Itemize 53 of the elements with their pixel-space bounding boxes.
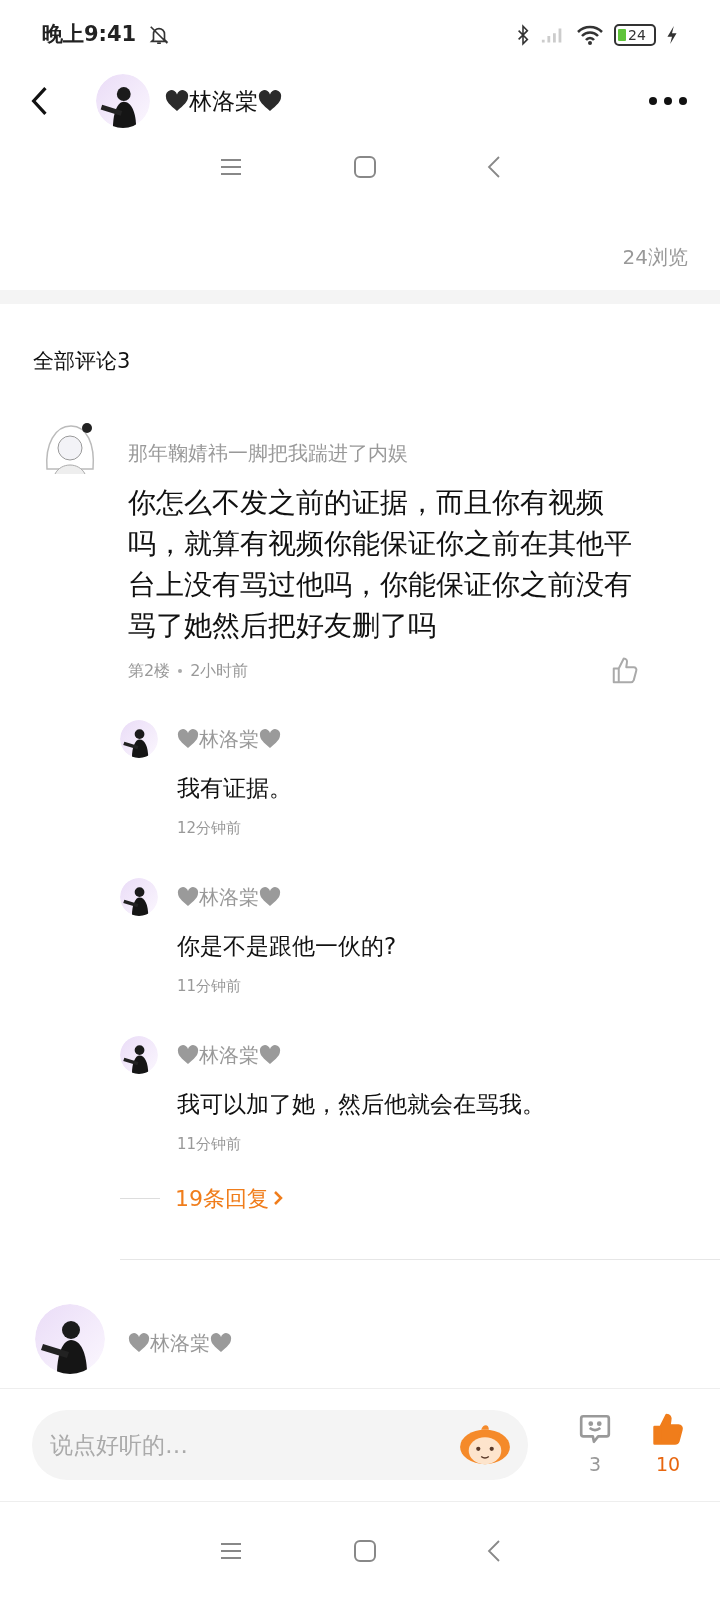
heart-icon xyxy=(177,728,199,749)
author-name[interactable]: 林洛棠 xyxy=(199,881,259,912)
menu-icon[interactable] xyxy=(219,1541,243,1561)
reply-text: 我有证据。 xyxy=(177,774,292,801)
more-replies-link[interactable]: 19条回复 xyxy=(175,1181,283,1215)
heart-icon xyxy=(259,728,281,749)
floor-number: 第2楼 xyxy=(128,659,171,682)
comments-title: 全部评论3 xyxy=(33,349,131,373)
author-name[interactable]: 林洛棠 xyxy=(199,723,259,754)
author-name[interactable]: 林洛棠 xyxy=(189,83,258,119)
heart-icon xyxy=(259,886,281,907)
battery-indicator: 24 xyxy=(614,24,656,46)
status-time: 晚上9:41 xyxy=(42,21,137,49)
home-square-icon[interactable] xyxy=(353,155,377,179)
heart-icon xyxy=(128,1332,150,1353)
more-options-icon[interactable] xyxy=(648,96,688,106)
comment-count: 3 xyxy=(588,1451,602,1477)
avatar[interactable] xyxy=(96,74,150,128)
avatar[interactable] xyxy=(35,1303,105,1374)
author-name[interactable]: 那年鞠婧祎一脚把我踹进了内娱 xyxy=(128,437,408,468)
like-count: 10 xyxy=(655,1451,681,1477)
wifi-icon xyxy=(576,24,604,46)
view-count: 24浏览 xyxy=(622,244,688,271)
avatar[interactable] xyxy=(120,877,158,916)
avatar[interactable] xyxy=(120,1035,158,1074)
menu-icon[interactable] xyxy=(219,157,243,177)
reply-text: 你是不是跟他一伙的? xyxy=(177,932,397,959)
reply-time: 11分钟前 xyxy=(177,1134,242,1153)
heart-icon xyxy=(177,886,199,907)
back-icon[interactable] xyxy=(487,1539,501,1563)
heart-icon xyxy=(177,1044,199,1065)
thumbs-up-icon[interactable] xyxy=(610,655,640,686)
heart-icon xyxy=(210,1332,232,1353)
heart-icon xyxy=(259,1044,281,1065)
comment-input[interactable]: 说点好听的… xyxy=(32,1410,528,1480)
reply-time: 12分钟前 xyxy=(177,818,242,837)
chevron-right-icon xyxy=(273,1190,283,1206)
comment-time: 2小时前 xyxy=(190,659,249,682)
reply-time: 11分钟前 xyxy=(177,976,242,995)
heart-icon xyxy=(165,90,189,112)
reply-text: 我可以加了她，然后他就会在骂我。 xyxy=(177,1090,545,1117)
author-name[interactable]: 林洛棠 xyxy=(199,1039,259,1070)
home-square-icon[interactable] xyxy=(353,1539,377,1563)
heart-icon xyxy=(258,90,282,112)
comment-text: 你怎么不发之前的证据，而且你有视频吗，就算有视频你能保证你之前在其他平台上没有骂过他吗，你能保证你之前没有骂了她然后把好友删了吗 xyxy=(128,484,633,644)
author-name[interactable]: 林洛棠 xyxy=(150,1327,210,1358)
charging-icon xyxy=(666,25,678,45)
avatar[interactable] xyxy=(120,719,158,758)
bluetooth-icon xyxy=(516,24,530,46)
thumbs-up-icon[interactable] xyxy=(650,1411,686,1448)
bell-off-icon xyxy=(148,24,171,46)
back-icon[interactable] xyxy=(487,155,501,179)
comment-input-field[interactable]: 说点好听的… xyxy=(50,1427,458,1463)
